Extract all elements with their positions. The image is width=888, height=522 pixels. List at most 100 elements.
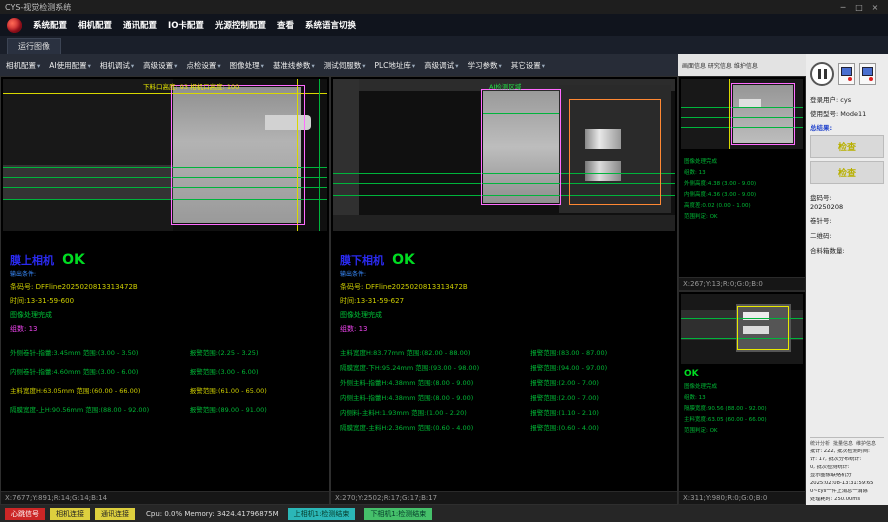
- record-dot-icon: [848, 77, 852, 81]
- measurement-row: 内侧卷针-指蕾:4.60mm 范围:(3.00 - 6.00)报警范围:(3.0…: [10, 366, 320, 376]
- toolbar-item-advanced-debug[interactable]: 高级调试▾: [424, 60, 458, 71]
- close-button[interactable]: ×: [867, 3, 883, 12]
- camera-snapshot-button-1[interactable]: [838, 63, 855, 85]
- aux-line: 外侧高度:4.38 (3.00 - 9.00): [684, 179, 800, 187]
- login-user-label: 登录用户:: [810, 96, 838, 104]
- record-dot-icon: [869, 77, 873, 81]
- toolbar-item-camera-debug[interactable]: 相机调试▾: [100, 60, 134, 71]
- upper-camera-image[interactable]: 下料口高度: 93 相机口高度: 100: [3, 79, 327, 231]
- status-bar: 心跳信号 相机连接 通讯连接 Cpu: 0.0% Memory: 3424.41…: [0, 505, 888, 522]
- roi-box: [731, 83, 795, 145]
- group-count-text: 组数: 13: [340, 324, 668, 334]
- aux-line: 图像处理完成: [684, 382, 800, 390]
- aux-camera-view-top: 图像处理完成 组数: 13 外侧高度:4.38 (3.00 - 9.00) 内侧…: [678, 76, 806, 291]
- measurement-list: 主料宽度H:83.77mm 范围:(82.00 - 88.00)报警范围:(83…: [340, 347, 668, 432]
- minimize-button[interactable]: ─: [835, 3, 851, 12]
- model-row: 使用型号: Mode11: [810, 108, 884, 118]
- pause-button[interactable]: [810, 62, 834, 86]
- machine-band: [333, 215, 675, 231]
- menu-item-comm-config[interactable]: 通讯配置: [123, 19, 157, 31]
- aux-line: 范围判定: OK: [684, 426, 800, 434]
- barcode-text: 条码号: DFFline2025020813313472B: [10, 282, 320, 292]
- lower-result-panel: 膜下相机 OK 输出条件: 条码号: DFFline20250208133134…: [331, 233, 677, 491]
- measurement-list: 外侧卷针-指蕾:3.45mm 范围:(3.00 - 3.50)报警范围:(2.2…: [10, 347, 320, 414]
- measurement-row: 隔膜宽度-下H:95.24mm 范围:(93.00 - 98.00)报警范围:(…: [340, 362, 668, 372]
- lower-camera-panel: AI检测区域 膜下相机 OK 输出条件: 条码号: DFFline2025020…: [330, 76, 678, 505]
- aux-line: 图像处理完成: [684, 157, 800, 165]
- aux-camera-image-top[interactable]: [681, 79, 803, 149]
- measurement-text: 内侧料-主料H:1.93mm 范围:(1.00 - 2.20): [340, 407, 530, 417]
- cpu-memory-status: Cpu: 0.0% Memory: 3424.41796875M: [146, 510, 279, 518]
- model-select[interactable]: Mode11: [840, 110, 866, 118]
- pause-icon: [824, 69, 827, 79]
- field-box-count-label: 合料箱数量:: [810, 245, 884, 255]
- toolbar-item-plc-address[interactable]: PLC地址库▾: [374, 60, 415, 71]
- aux-line: 内侧高度:4.36 (3.00 - 9.00): [684, 190, 800, 198]
- stats-tab-analysis[interactable]: 统计分析: [810, 440, 830, 447]
- aux-line: 组数: 13: [684, 393, 800, 401]
- field-qr-code-label: 二维码:: [810, 230, 884, 240]
- menu-item-io-config[interactable]: IO卡配置: [168, 19, 204, 31]
- stats-line: 批计: 222, 批次检测时间:: [810, 449, 884, 455]
- stats-tab-batch[interactable]: 批量信息: [833, 440, 853, 447]
- overlay-line: [319, 79, 320, 231]
- total-result-box-1: 检查: [810, 135, 884, 158]
- stats-line: 处理耗时: 250.00ms: [810, 497, 884, 503]
- lower-camera-image[interactable]: AI检测区域: [333, 79, 675, 231]
- toolbar-item-camera-config[interactable]: 相机配置▾: [6, 60, 40, 71]
- aux-line: 范围判定: OK: [684, 212, 800, 220]
- field-pan-code-value[interactable]: 20250208: [810, 203, 884, 211]
- menu-item-light-config[interactable]: 光源控制配置: [215, 19, 266, 31]
- chevron-down-icon: ▾: [37, 62, 40, 70]
- machine-band: [333, 79, 359, 231]
- maximize-button[interactable]: □: [851, 3, 867, 12]
- ai-roi-box: [569, 99, 661, 205]
- chevron-down-icon: ▾: [174, 62, 177, 70]
- toolbar-item-ai-config[interactable]: AI使用配置▾: [49, 60, 91, 71]
- alarm-range-text: 报警范围:(0.60 - 4.00): [530, 422, 668, 432]
- camera-icon: [841, 67, 852, 76]
- menu-item-language-switch[interactable]: 系统语言切换: [305, 19, 356, 31]
- toolbar-item-other-settings[interactable]: 其它设置▾: [511, 60, 545, 71]
- pixel-coordinates: X:270;Y:2502;R:17;G:17;B:17: [331, 491, 677, 504]
- camera-panels: 下料口高度: 93 相机口高度: 100 膜上相机 OK 输出条件: 条码号: …: [0, 76, 678, 505]
- upper-result-panel: 膜上相机 OK 输出条件: 条码号: DFFline20250208133134…: [1, 233, 329, 491]
- stats-tab-maintenance[interactable]: 维护信息: [856, 440, 876, 447]
- aux-camera-image-bottom[interactable]: [681, 294, 803, 364]
- measurement-text: 外侧卷针-指蕾:3.45mm 范围:(3.00 - 3.50): [10, 347, 190, 357]
- output-condition-label: 输出条件:: [10, 269, 320, 278]
- alarm-range-text: 报警范围:(1.10 - 2.10): [530, 407, 668, 417]
- stats-line: 2025:02:08-13:31:59:65: [810, 481, 884, 487]
- alarm-range-text: 报警范围:(3.00 - 6.00): [190, 366, 320, 376]
- measurement-text: 内侧卷针-指蕾:4.60mm 范围:(3.00 - 6.00): [10, 366, 190, 376]
- toolbar-item-baseline-params[interactable]: 基准线参数▾: [273, 60, 315, 71]
- roi-box: [481, 89, 561, 205]
- toolbar-item-image-process[interactable]: 图像处理▾: [230, 60, 264, 71]
- toolbar-item-test-servo[interactable]: 测试伺服数▾: [324, 60, 366, 71]
- aux-line: 组数: 13: [684, 168, 800, 176]
- toolbar-item-spot-check[interactable]: 点检设置▾: [186, 60, 220, 71]
- time-text: 时间:13-31-59-600: [10, 296, 320, 306]
- tab-run-image[interactable]: 运行图像: [7, 38, 61, 54]
- measurement-text: 主料宽度H:83.77mm 范围:(82.00 - 88.00): [340, 347, 530, 357]
- aux-result-text-bottom: OK 图像处理完成 组数: 13 隔膜宽度:90.56 (88.00 - 92.…: [679, 366, 805, 492]
- stats-tabs: 统计分析 批量信息 维护信息: [810, 440, 884, 447]
- toolbar-item-learn-params[interactable]: 学习参数▾: [467, 60, 501, 71]
- menu-item-system-config[interactable]: 系统配置: [33, 19, 67, 31]
- alarm-range-text: 报警范围:(2.25 - 3.25): [190, 347, 320, 357]
- menu-item-camera-config[interactable]: 相机配置: [78, 19, 112, 31]
- alarm-range-text: 报警范围:(83.00 - 87.00): [530, 347, 668, 357]
- main-area: 相机配置▾ AI使用配置▾ 相机调试▾ 高级设置▾ 点检设置▾ 图像处理▾ 基准…: [0, 54, 678, 505]
- pixel-coordinates: X:7677;Y:891;R:14;G:14;B:14: [1, 491, 329, 504]
- menu-item-view[interactable]: 查看: [277, 19, 294, 31]
- measurement-row: 隔膜宽度-上H:90.56mm 范围:(88.00 - 92.00)报警范围:(…: [10, 404, 320, 414]
- toolbar-item-advanced-settings[interactable]: 高级设置▾: [143, 60, 177, 71]
- menu-bar: 系统配置 相机配置 通讯配置 IO卡配置 光源控制配置 查看 系统语言切换: [0, 14, 888, 36]
- chevron-down-icon: ▾: [542, 62, 545, 70]
- login-user-row: 登录用户: cys: [810, 94, 884, 104]
- upper-camera-status: 上相机1:检测结束: [288, 508, 356, 520]
- measurement-text: 隔膜宽度-主料H:2.36mm 范围:(0.60 - 4.00): [340, 422, 530, 432]
- side-panel: 登录用户: cys 使用型号: Mode11 总结果: 检查 检查 盘码号: 2…: [806, 54, 888, 505]
- tab-row: 运行图像: [0, 36, 888, 54]
- camera-snapshot-button-2[interactable]: [859, 63, 876, 85]
